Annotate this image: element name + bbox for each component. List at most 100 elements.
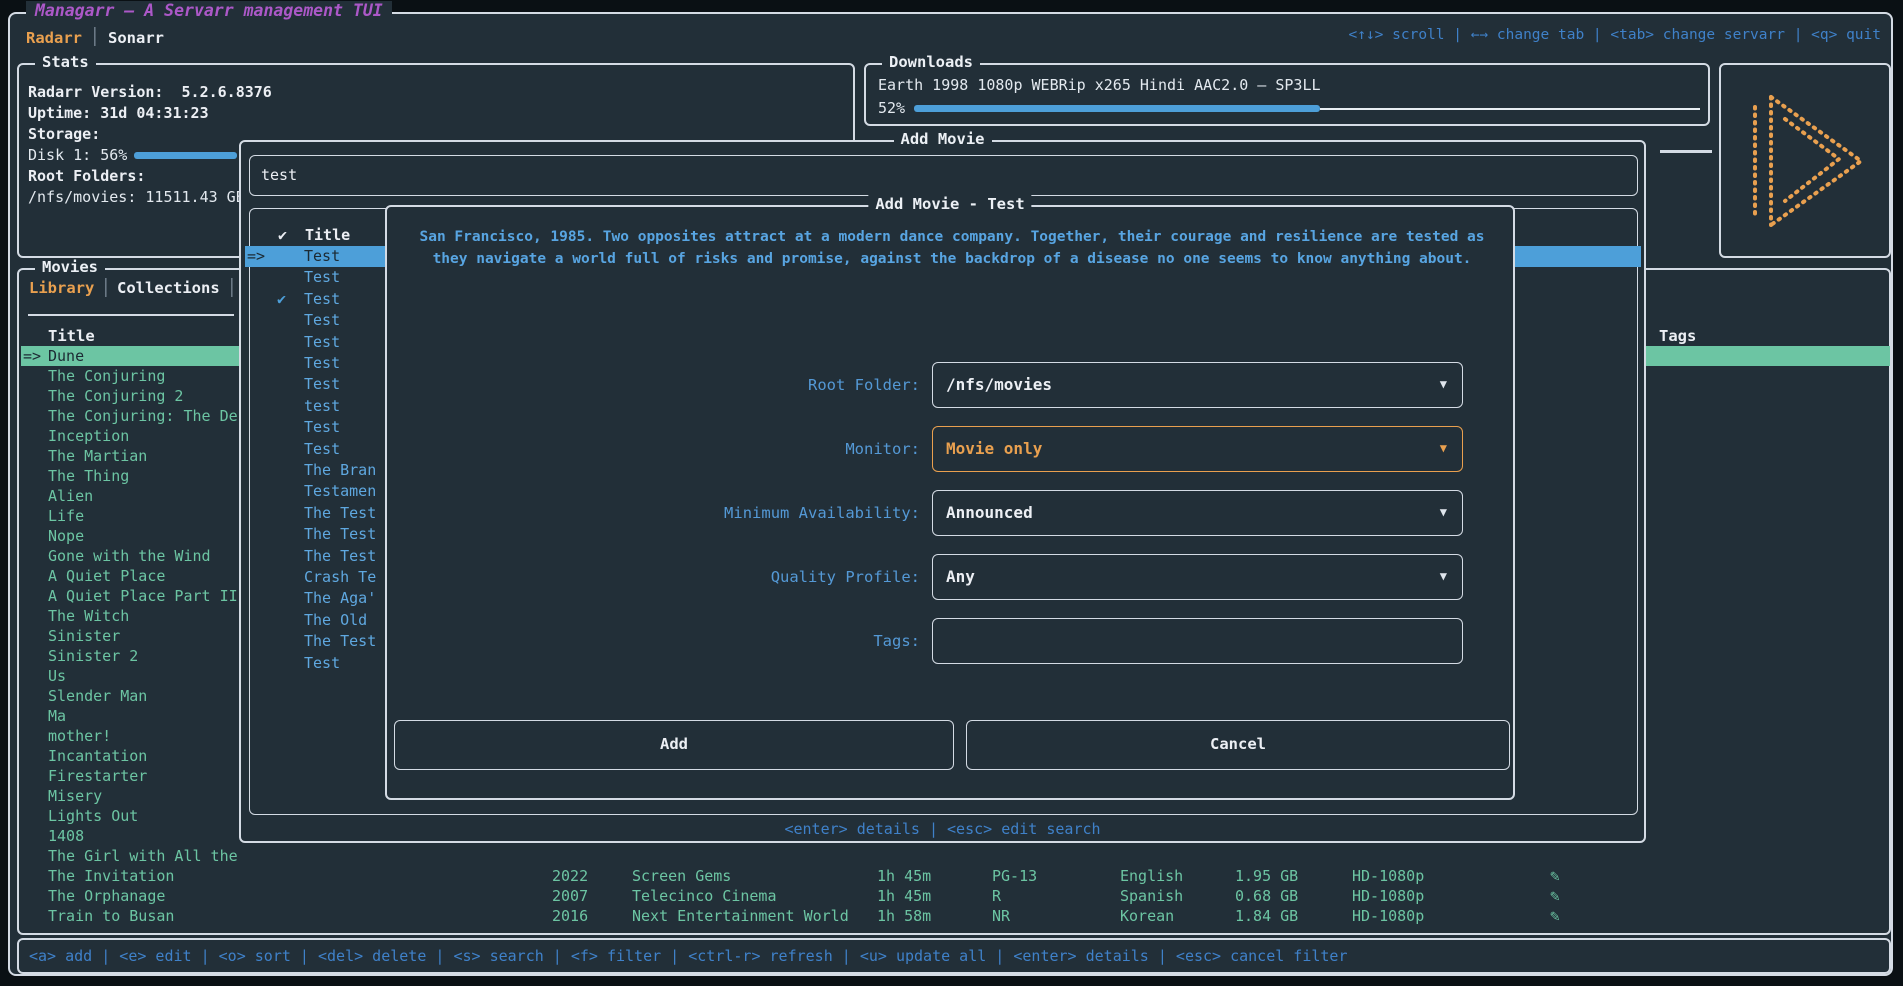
footer-keybinds: <a> add | <e> edit | <o> sort | <del> de… — [29, 940, 1348, 972]
result-title: The Test — [304, 503, 376, 524]
tab-radarr[interactable]: Radarr — [26, 29, 82, 47]
global-keybinds: <↑↓> scroll | ←→ change tab | <tab> chan… — [1348, 27, 1881, 43]
border-fragment — [1660, 150, 1712, 153]
download-percent: 52% — [878, 98, 905, 119]
uptime: Uptime: 31d 04:31:23 — [28, 103, 209, 124]
downloads-panel-title: Downloads — [882, 53, 980, 71]
minimum-availability-label: Minimum Availability: — [427, 490, 920, 536]
movie-runtime: 1h 58m — [877, 906, 931, 926]
window-title: Managarr – A Servarr management TUI — [26, 1, 392, 20]
chevron-down-icon: ▼ — [1440, 491, 1447, 534]
movie-title: Us — [48, 666, 66, 686]
title-column-header: Title — [48, 326, 95, 346]
result-title: Test — [304, 332, 340, 353]
movie-rating: PG-13 — [992, 866, 1037, 886]
add-button[interactable]: Add — [394, 720, 954, 770]
root-folder-label: Root Folder: — [427, 362, 920, 408]
movie-size: 1.95 GB — [1235, 866, 1298, 886]
form-field-row: Monitor: Movie only▼ — [387, 426, 1513, 472]
movie-title: Dune — [48, 346, 84, 366]
quality-profile-label: Quality Profile: — [427, 554, 920, 600]
disk-usage-label: Disk 1: 56% — [28, 145, 127, 166]
movie-quality: HD-1080p — [1352, 886, 1424, 906]
tab-sonarr[interactable]: Sonarr — [108, 29, 164, 47]
tags-input[interactable] — [932, 618, 1463, 664]
add-movie-modal: Add Movie - Test San Francisco, 1985. Tw… — [385, 205, 1515, 800]
root-folder-value: /nfs/movies: 11511.43 GB — [28, 187, 245, 208]
movie-search-input[interactable]: test — [249, 155, 1638, 196]
movie-title: Misery — [48, 786, 102, 806]
movie-runtime: 1h 45m — [877, 866, 931, 886]
movie-title: 1408 — [48, 826, 84, 846]
movie-language: English — [1120, 866, 1183, 886]
form-field-row: Root Folder: /nfs/movies▼ — [387, 362, 1513, 408]
form-field-row: Tags: — [387, 618, 1513, 664]
movie-title: Incantation — [48, 746, 147, 766]
movie-title: The Conjuring: The De — [48, 406, 238, 426]
tab-collections[interactable]: Collections — [117, 279, 220, 297]
result-title: The Old — [304, 610, 367, 631]
root-folder-dropdown[interactable]: /nfs/movies▼ — [932, 362, 1463, 408]
movie-title: The Conjuring — [48, 366, 165, 386]
movie-title: Lights Out — [48, 806, 138, 826]
stats-panel-title: Stats — [35, 53, 96, 71]
storage-label: Storage: — [28, 124, 100, 145]
tags-label: Tags: — [427, 618, 920, 664]
movie-quality: HD-1080p — [1352, 866, 1424, 886]
movie-size: 0.68 GB — [1235, 886, 1298, 906]
movie-title: Gone with the Wind — [48, 546, 211, 566]
logo-panel — [1719, 63, 1891, 258]
selection-arrow: => — [247, 246, 265, 267]
result-title: The Test — [304, 546, 376, 567]
result-title: The Bran — [304, 460, 376, 481]
footer-keybinds-panel: <a> add | <e> edit | <o> sort | <del> de… — [17, 938, 1891, 974]
edit-pencil-icon: ✎ — [1550, 906, 1560, 926]
tab-separator: │ — [90, 27, 100, 46]
popup-keybinds: <enter> details | <esc> edit search — [241, 820, 1644, 838]
movie-studio: Screen Gems — [632, 866, 731, 886]
edit-pencil-icon: ✎ — [1550, 886, 1560, 906]
download-progress-bar — [914, 105, 1320, 112]
movies-tab-separator: │ — [101, 278, 111, 297]
movie-title: A Quiet Place — [48, 566, 165, 586]
library-row[interactable]: The Girl with All the — [21, 846, 1890, 866]
movies-panel-title: Movies — [35, 258, 105, 276]
popup-title: Add Movie — [894, 130, 992, 148]
chevron-down-icon: ▼ — [1440, 427, 1447, 470]
form-field-row: Minimum Availability: Announced ▼ — [387, 490, 1513, 536]
movie-studio: Next Entertainment World — [632, 906, 849, 926]
managarr-logo-icon — [1739, 85, 1873, 237]
minimum-availability-value: Announced — [946, 491, 1033, 534]
library-row-details: 2022Screen Gems1h 45mPG-13English1.95 GB… — [21, 866, 1890, 886]
result-title: Test — [304, 353, 340, 374]
movie-size: 1.84 GB — [1235, 906, 1298, 926]
result-title: The Test — [304, 631, 376, 652]
quality-profile-value: Any — [946, 555, 975, 598]
result-title: Test — [304, 289, 340, 310]
quality-profile-dropdown[interactable]: Any▼ — [932, 554, 1463, 600]
chevron-down-icon: ▼ — [1440, 363, 1447, 406]
movie-title: Nope — [48, 526, 84, 546]
movie-language: Spanish — [1120, 886, 1183, 906]
result-title: Crash Te — [304, 567, 376, 588]
movie-title: Life — [48, 506, 84, 526]
movie-title: Sinister — [48, 626, 120, 646]
movie-rating: NR — [992, 906, 1010, 926]
movies-tab-separator-2: │ — [227, 278, 237, 297]
modal-title: Add Movie - Test — [868, 195, 1031, 213]
screen: Managarr – A Servarr management TUI Rada… — [0, 0, 1903, 986]
result-title: Test — [304, 653, 340, 674]
monitor-dropdown[interactable]: Movie only▼ — [932, 426, 1463, 472]
movie-title: mother! — [48, 726, 111, 746]
result-title: Test — [304, 417, 340, 438]
result-title: Test — [304, 374, 340, 395]
movie-studio: Telecinco Cinema — [632, 886, 777, 906]
result-title: Test — [304, 267, 340, 288]
movie-rating: R — [992, 886, 1001, 906]
result-title: Test — [304, 439, 340, 460]
minimum-availability-dropdown[interactable]: Announced ▼ — [932, 490, 1463, 536]
cancel-button[interactable]: Cancel — [966, 720, 1510, 770]
monitor-label: Monitor: — [427, 426, 920, 472]
library-row-details: 2007Telecinco Cinema1h 45mRSpanish0.68 G… — [21, 886, 1890, 906]
tab-library[interactable]: Library — [29, 279, 94, 297]
